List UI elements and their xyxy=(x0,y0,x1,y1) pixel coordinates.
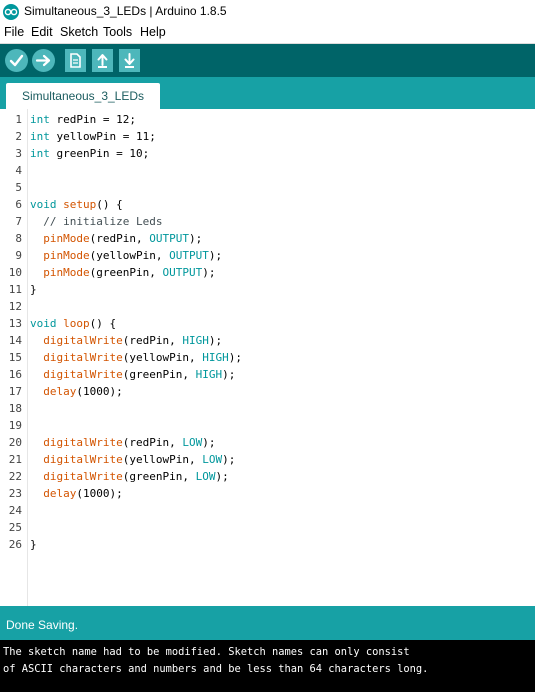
code-line[interactable]: int redPin = 12; xyxy=(30,111,136,128)
menu-file[interactable]: File xyxy=(4,25,24,39)
line-number-gutter: 1 2 3 4 5 6 7 8 9 10 11 12 13 14 15 16 17 18 19 20 21 22 23 24 2… xyxy=(0,109,28,606)
code-editor[interactable]: 1 2 3 4 5 6 7 8 9 10 11 12 13 14 15 16 17 18 19 20 21 22 23 24 2… xyxy=(0,109,535,626)
new-button[interactable] xyxy=(65,49,86,72)
line-number: 20 xyxy=(8,436,22,449)
code-line[interactable]: void loop() { xyxy=(30,315,116,332)
line-number: 7 xyxy=(15,215,22,228)
menu-bar: File Edit Sketch Tools Help xyxy=(0,24,535,44)
line-number: 19 xyxy=(8,419,22,432)
open-button[interactable] xyxy=(92,49,113,72)
code-line[interactable]: digitalWrite(greenPin, LOW); xyxy=(30,468,228,485)
console-output: The sketch name had to be modified. Sket… xyxy=(0,640,535,692)
save-download-icon xyxy=(124,53,135,68)
open-upload-icon xyxy=(97,54,108,68)
code-line[interactable]: digitalWrite(redPin, HIGH); xyxy=(30,332,222,349)
code-line[interactable]: } xyxy=(30,281,37,298)
line-number: 17 xyxy=(8,385,22,398)
menu-help[interactable]: Help xyxy=(140,25,166,39)
verify-button[interactable] xyxy=(5,49,28,72)
line-number: 14 xyxy=(8,334,22,347)
status-message: Done Saving. xyxy=(6,618,79,632)
line-number: 4 xyxy=(15,164,22,177)
line-number: 21 xyxy=(8,453,22,466)
line-number: 26 xyxy=(8,538,22,551)
code-line[interactable]: } xyxy=(30,536,37,553)
code-line[interactable]: pinMode(redPin, OUTPUT); xyxy=(30,230,202,247)
line-number: 22 xyxy=(8,470,22,483)
code-line[interactable]: digitalWrite(yellowPin, HIGH); xyxy=(30,349,242,366)
console-line: The sketch name had to be modified. Sket… xyxy=(3,646,410,658)
line-number: 10 xyxy=(8,266,22,279)
line-number: 1 xyxy=(15,113,22,126)
code-line[interactable]: pinMode(yellowPin, OUTPUT); xyxy=(30,247,222,264)
menu-tools[interactable]: Tools xyxy=(103,25,132,39)
new-file-icon xyxy=(70,53,81,68)
line-number: 25 xyxy=(8,521,22,534)
code-line[interactable]: digitalWrite(yellowPin, LOW); xyxy=(30,451,235,468)
check-icon xyxy=(9,54,24,67)
line-number: 12 xyxy=(8,300,22,313)
status-bar: Done Saving. xyxy=(0,606,535,640)
code-line[interactable]: digitalWrite(greenPin, HIGH); xyxy=(30,366,235,383)
code-line[interactable]: void setup() { xyxy=(30,196,123,213)
tab-sketch[interactable]: Simultaneous_3_LEDs xyxy=(6,83,160,109)
line-number: 24 xyxy=(8,504,22,517)
code-line[interactable]: digitalWrite(redPin, LOW); xyxy=(30,434,215,451)
line-number: 2 xyxy=(15,130,22,143)
line-number: 11 xyxy=(8,283,22,296)
upload-button[interactable] xyxy=(32,49,55,72)
arduino-logo-icon xyxy=(3,4,19,20)
line-number: 6 xyxy=(15,198,22,211)
line-number: 8 xyxy=(15,232,22,245)
code-line[interactable]: delay(1000); xyxy=(30,485,122,502)
tab-strip: Simultaneous_3_LEDs xyxy=(0,77,535,109)
code-line[interactable]: int greenPin = 10; xyxy=(30,145,149,162)
toolbar xyxy=(0,44,535,77)
code-line[interactable]: int yellowPin = 11; xyxy=(30,128,156,145)
console-line: of ASCII characters and numbers and be l… xyxy=(3,663,429,675)
line-number: 15 xyxy=(8,351,22,364)
line-number: 9 xyxy=(15,249,22,262)
save-button[interactable] xyxy=(119,49,140,72)
line-number: 5 xyxy=(15,181,22,194)
line-number: 23 xyxy=(8,487,22,500)
line-number: 13 xyxy=(8,317,22,330)
menu-edit[interactable]: Edit xyxy=(31,25,53,39)
code-line[interactable]: pinMode(greenPin, OUTPUT); xyxy=(30,264,215,281)
code-line[interactable]: // initialize Leds xyxy=(30,213,162,230)
line-number: 3 xyxy=(15,147,22,160)
line-number: 18 xyxy=(8,402,22,415)
window-title: Simultaneous_3_LEDs | Arduino 1.8.5 xyxy=(24,4,227,18)
tab-label: Simultaneous_3_LEDs xyxy=(21,89,145,103)
code-line[interactable]: delay(1000); xyxy=(30,383,122,400)
arrow-right-icon xyxy=(35,54,51,67)
menu-sketch[interactable]: Sketch xyxy=(60,25,98,39)
title-bar: Simultaneous_3_LEDs | Arduino 1.8.5 xyxy=(0,0,535,24)
line-number: 16 xyxy=(8,368,22,381)
